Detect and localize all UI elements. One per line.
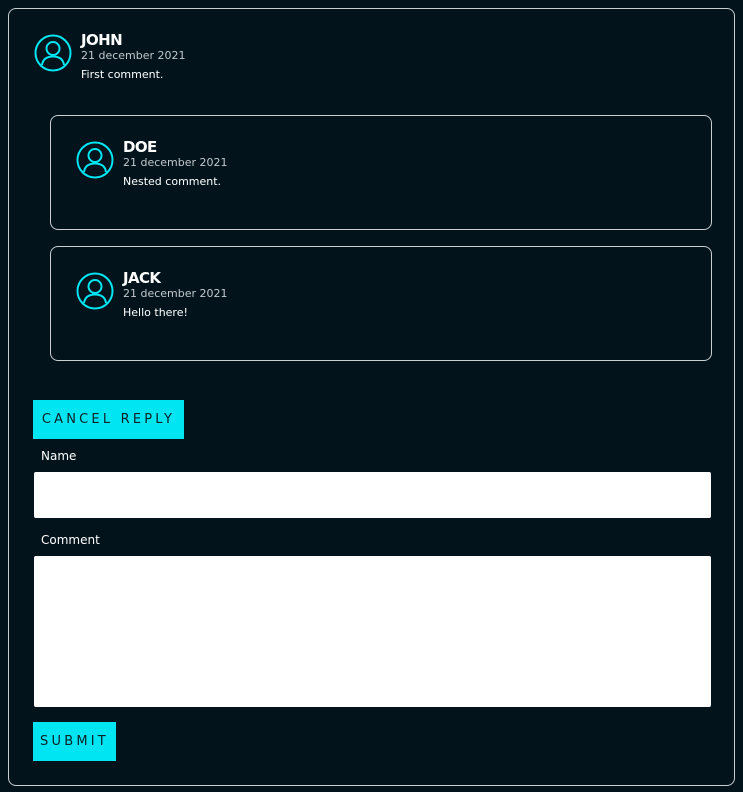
nested-comment-box: DOE 21 december 2021 Nested comment. [50, 115, 712, 230]
comment-author: JACK [123, 269, 161, 287]
comment-label: Comment [41, 533, 100, 547]
comment-textarea[interactable] [34, 556, 711, 707]
submit-button[interactable]: SUBMIT [33, 722, 116, 761]
comment-section: JOHN 21 december 2021 First comment. DOE… [8, 8, 735, 786]
comment-john: JOHN 21 december 2021 First comment. [34, 32, 186, 82]
comment-date: 21 december 2021 [123, 287, 228, 300]
comment-text: First comment. [81, 68, 164, 81]
name-label: Name [41, 449, 77, 463]
user-avatar-icon [34, 34, 72, 72]
nested-comment-box: JACK 21 december 2021 Hello there! [50, 246, 712, 361]
comment-date: 21 december 2021 [81, 49, 186, 62]
comment-author: JOHN [81, 31, 123, 49]
user-avatar-icon [76, 272, 114, 310]
comment-author: DOE [123, 138, 157, 156]
user-avatar-icon [76, 141, 114, 179]
comment-jack: JACK 21 december 2021 Hello there! [76, 270, 228, 320]
comment-date: 21 december 2021 [123, 156, 228, 169]
cancel-reply-button[interactable]: CANCEL REPLY [33, 400, 184, 439]
comment-text: Nested comment. [123, 175, 222, 188]
comment-text: Hello there! [123, 306, 188, 319]
comment-doe: DOE 21 december 2021 Nested comment. [76, 139, 228, 189]
name-input[interactable] [34, 472, 711, 518]
